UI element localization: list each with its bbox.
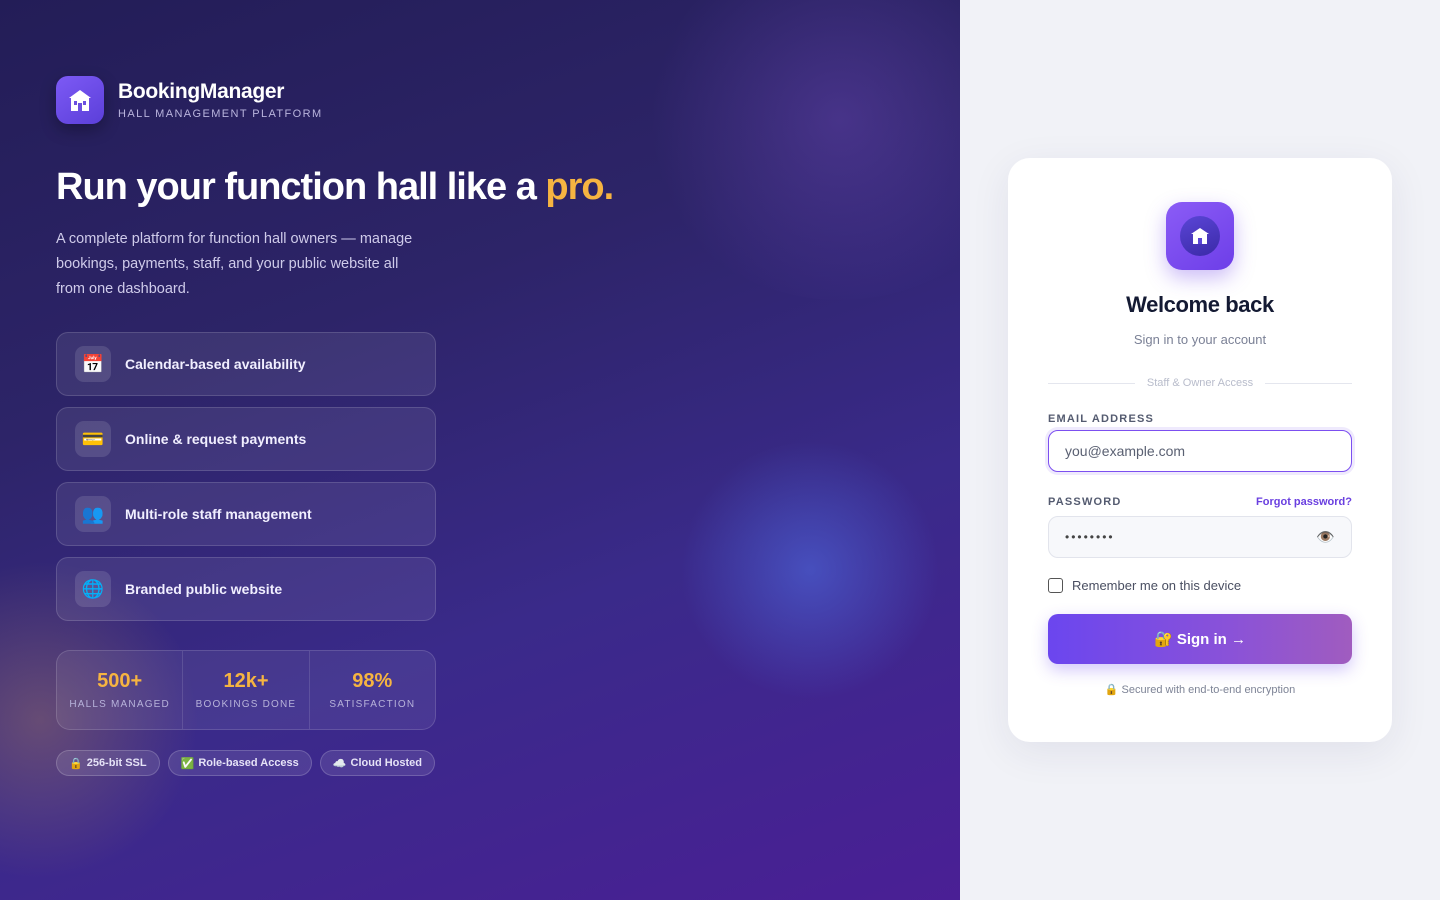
badge-role-access: ✅ Role-based Access bbox=[167, 750, 312, 776]
building-logo-icon bbox=[1166, 202, 1234, 270]
badge-cloud: ☁️ Cloud Hosted bbox=[319, 750, 435, 776]
feature-item: 📅 Calendar-based availability bbox=[56, 332, 436, 396]
stat-bookings: 12k+ BOOKINGS DONE bbox=[183, 651, 310, 729]
calendar-icon: 📅 bbox=[75, 346, 111, 382]
stat-label: SATISFACTION bbox=[329, 699, 416, 710]
stat-value: 98% bbox=[352, 670, 393, 692]
hero-subtitle: A complete platform for function hall ow… bbox=[56, 231, 413, 297]
email-group: EMAIL ADDRESS you@example.com bbox=[1048, 413, 1352, 472]
globe-icon: 🌐 bbox=[75, 571, 111, 607]
headline: Run your function hall like a pro. bbox=[56, 166, 904, 209]
login-title: Welcome back bbox=[1126, 292, 1274, 317]
badge-list: 🔒 256-bit SSL ✅ Role-based Access ☁️ Clo… bbox=[56, 750, 436, 776]
divider-line bbox=[1265, 382, 1352, 384]
stat-label: HALLS MANAGED bbox=[69, 699, 170, 710]
email-input[interactable]: you@example.com bbox=[1048, 430, 1352, 472]
people-icon: 👥 bbox=[75, 496, 111, 532]
forgot-password-link[interactable]: Forgot password? bbox=[1256, 496, 1352, 508]
password-input[interactable]: •••••••• 👁️ bbox=[1048, 516, 1352, 558]
feature-list: 📅 Calendar-based availability 💳 Online &… bbox=[56, 332, 436, 621]
stat-value: 12k+ bbox=[223, 670, 269, 692]
access-divider: Staff & Owner Access bbox=[1048, 377, 1352, 389]
check-icon: ✅ bbox=[180, 757, 195, 770]
password-masked-value: •••••••• bbox=[1065, 530, 1115, 544]
badge-ssl: 🔒 256-bit SSL bbox=[56, 750, 160, 776]
feature-label: Online & request payments bbox=[125, 431, 307, 447]
stat-value: 500+ bbox=[97, 670, 143, 692]
password-group: PASSWORD Forgot password? •••••••• 👁️ bbox=[1048, 496, 1352, 558]
email-label: EMAIL ADDRESS bbox=[1048, 413, 1155, 425]
brand-tagline: HALL MANAGEMENT PLATFORM bbox=[118, 108, 323, 120]
feature-item: 👥 Multi-role staff management bbox=[56, 482, 436, 546]
stat-label: BOOKINGS DONE bbox=[195, 699, 297, 710]
stat-satisfaction: 98% SATISFACTION bbox=[310, 651, 435, 729]
brand-name: BookingManager bbox=[118, 80, 285, 103]
feature-item: 🌐 Branded public website bbox=[56, 557, 436, 621]
feature-label: Multi-role staff management bbox=[125, 506, 312, 522]
credit-card-icon: 💳 bbox=[75, 421, 111, 457]
headline-main: Run your function hall like a bbox=[56, 166, 546, 208]
building-logo-icon bbox=[56, 76, 104, 124]
stats-panel: 500+ HALLS MANAGED 12k+ BOOKINGS DONE 98… bbox=[56, 650, 436, 730]
feature-label: Branded public website bbox=[125, 581, 283, 597]
feature-item: 💳 Online & request payments bbox=[56, 407, 436, 471]
divider-text: Staff & Owner Access bbox=[1146, 377, 1254, 389]
badge-label: Cloud Hosted bbox=[350, 757, 423, 769]
cloud-icon: ☁️ bbox=[332, 757, 347, 770]
lock-icon: 🔒 bbox=[69, 757, 83, 770]
remember-label: Remember me on this device bbox=[1072, 578, 1242, 593]
feature-label: Calendar-based availability bbox=[125, 356, 306, 372]
brand: BookingManager HALL MANAGEMENT PLATFORM bbox=[56, 76, 904, 124]
login-card: Welcome back Sign in to your account Sta… bbox=[1008, 158, 1392, 742]
email-placeholder: you@example.com bbox=[1065, 443, 1186, 459]
badge-label: Role-based Access bbox=[198, 757, 299, 769]
sign-in-button[interactable]: 🔐 Sign in → bbox=[1048, 614, 1352, 664]
divider-line bbox=[1048, 382, 1135, 384]
login-panel: Welcome back Sign in to your account Sta… bbox=[960, 0, 1440, 900]
password-label: PASSWORD bbox=[1048, 496, 1122, 508]
login-subtitle: Sign in to your account bbox=[1133, 332, 1267, 347]
hero-panel: BookingManager HALL MANAGEMENT PLATFORM … bbox=[0, 0, 960, 900]
headline-accent: pro. bbox=[545, 166, 614, 208]
secure-note: 🔒 Secured with end-to-end encryption bbox=[1104, 684, 1296, 696]
remember-me: Remember me on this device bbox=[1048, 578, 1352, 593]
eye-icon[interactable]: 👁️ bbox=[1316, 528, 1335, 546]
badge-label: 256-bit SSL bbox=[86, 757, 147, 769]
remember-checkbox[interactable] bbox=[1048, 578, 1063, 593]
stat-halls: 500+ HALLS MANAGED bbox=[57, 651, 184, 729]
